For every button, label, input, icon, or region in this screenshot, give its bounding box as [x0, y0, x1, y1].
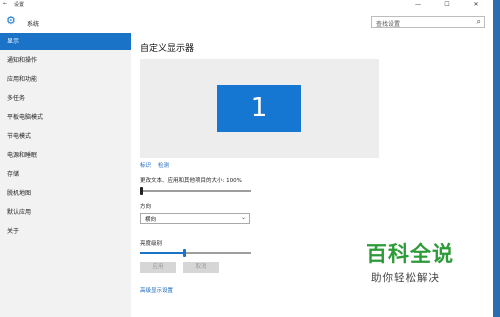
- app-header: ⚙ 系统 查找设置 ⌕: [0, 10, 493, 33]
- maximize-button[interactable]: ☐: [436, 0, 458, 10]
- app-title: 系统: [27, 21, 40, 28]
- cancel-button[interactable]: 取消: [183, 262, 219, 273]
- orientation-select[interactable]: 横向 ⌄: [140, 213, 250, 224]
- title-bar: ← 设置 — ☐ ✕: [0, 0, 493, 10]
- detect-link[interactable]: 检测: [158, 161, 169, 169]
- brightness-slider[interactable]: [140, 249, 251, 257]
- minimize-button[interactable]: —: [407, 0, 429, 10]
- sidebar-item-offline-maps[interactable]: 脱机地图: [0, 185, 131, 202]
- sidebar-item-battery-saver[interactable]: 节电模式: [0, 128, 131, 145]
- settings-window: ← 设置 — ☐ ✕ ⚙ 系统 查找设置 ⌕ 显示 通知和操作 应用和功能 多任…: [0, 0, 494, 317]
- sidebar-item-notifications[interactable]: 通知和操作: [0, 52, 131, 69]
- sidebar-item-storage[interactable]: 存储: [0, 166, 131, 183]
- sidebar-item-about[interactable]: 关于: [0, 223, 131, 240]
- window-title: 设置: [14, 2, 25, 8]
- gear-icon: ⚙: [6, 14, 16, 27]
- page-title: 自定义显示器: [140, 44, 195, 54]
- back-icon[interactable]: ←: [3, 1, 7, 7]
- apply-button[interactable]: 应用: [140, 262, 176, 273]
- sidebar-item-multitasking[interactable]: 多任务: [0, 90, 131, 107]
- search-input[interactable]: 查找设置 ⌕: [371, 16, 485, 28]
- watermark-title: 百科全说: [366, 242, 454, 266]
- orientation-label: 方向: [140, 204, 152, 210]
- sidebar-item-display[interactable]: 显示: [0, 33, 131, 50]
- scale-slider-thumb[interactable]: [140, 187, 143, 195]
- sidebar: 显示 通知和操作 应用和功能 多任务 平板电脑模式 节电模式 电源和睡眠 存储 …: [0, 33, 131, 317]
- sidebar-item-power-sleep[interactable]: 电源和睡眠: [0, 147, 131, 164]
- brightness-slider-fill: [140, 252, 184, 254]
- identify-link[interactable]: 标识: [140, 161, 151, 169]
- watermark-logo: 百科全说 助你轻松解决: [361, 242, 471, 292]
- brightness-label: 亮度级别: [140, 241, 163, 247]
- watermark-subtitle: 助你轻松解决: [371, 272, 440, 284]
- close-button[interactable]: ✕: [465, 0, 487, 10]
- scale-label: 更改文本、应用和其他项目的大小: 100%: [140, 178, 242, 184]
- search-icon[interactable]: ⌕: [477, 17, 481, 27]
- sidebar-item-apps[interactable]: 应用和功能: [0, 71, 131, 88]
- chevron-down-icon: ⌄: [240, 214, 246, 221]
- scale-slider[interactable]: [140, 187, 251, 195]
- sidebar-item-default-apps[interactable]: 默认应用: [0, 204, 131, 221]
- monitor-tile[interactable]: 1: [217, 85, 301, 132]
- sidebar-item-tablet-mode[interactable]: 平板电脑模式: [0, 109, 131, 126]
- advanced-display-settings-link[interactable]: 高级显示设置: [140, 286, 173, 294]
- search-placeholder: 查找设置: [376, 21, 401, 28]
- desktop-background-edge: [493, 0, 500, 317]
- orientation-value: 横向: [145, 217, 157, 223]
- scale-slider-track: [140, 190, 251, 192]
- monitor-arrangement-area: 1: [140, 59, 379, 158]
- brightness-slider-thumb[interactable]: [183, 249, 186, 257]
